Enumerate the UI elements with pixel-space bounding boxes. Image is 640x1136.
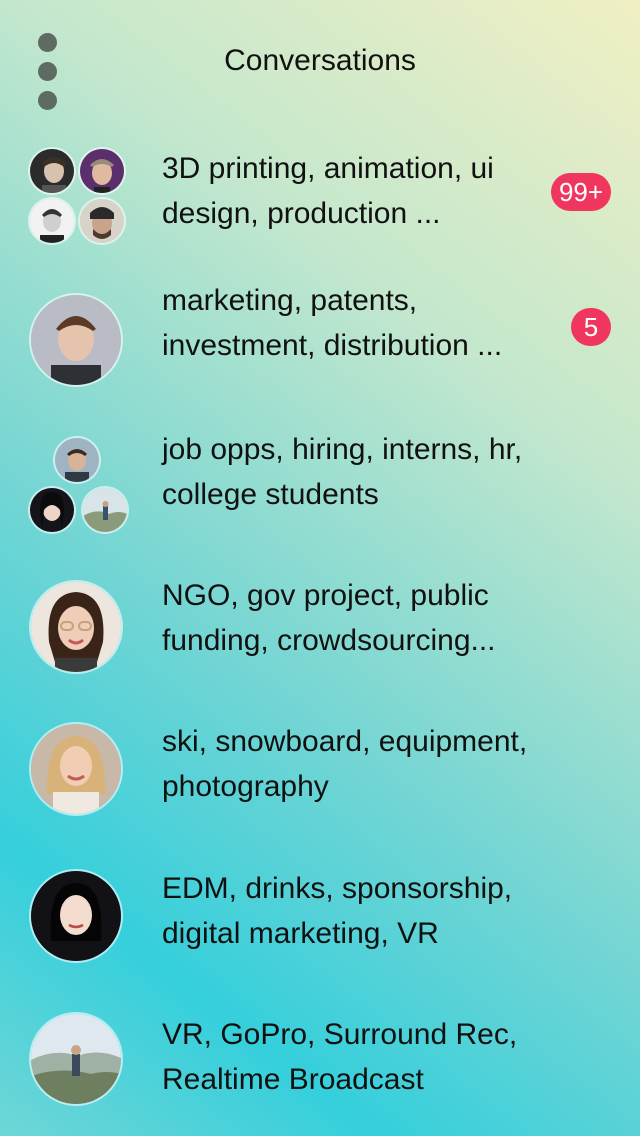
conversation-topics: marketing, patents, investment, distribu…: [162, 284, 503, 362]
unread-badge: 5: [571, 308, 611, 346]
conversation-topics: VR, GoPro, Surround Rec, Realtime Broadc…: [162, 1018, 518, 1096]
conversation-topics: NGO, gov project, public funding, crowds…: [162, 579, 496, 657]
avatar: [31, 582, 121, 672]
conversation-topics: 3D printing, animation, ui design, produ…: [162, 152, 494, 230]
avatar: [31, 871, 121, 961]
conversation-item[interactable]: job opps, hiring, interns, hr, college s…: [0, 430, 640, 550]
conversation-item[interactable]: 3D printing, animation, ui design, produ…: [0, 140, 640, 260]
conversation-item[interactable]: EDM, drinks, sponsorship, digital market…: [0, 856, 640, 976]
conversation-topics: ski, snowboard, equipment, photography: [162, 725, 528, 803]
conversation-item[interactable]: ski, snowboard, equipment, photography: [0, 710, 640, 830]
unread-badge: 99+: [551, 173, 611, 211]
avatar: [31, 1014, 121, 1104]
avatar: [31, 295, 121, 385]
conversation-topics: EDM, drinks, sponsorship, digital market…: [162, 872, 513, 950]
conversation-item[interactable]: NGO, gov project, public funding, crowds…: [0, 568, 640, 688]
avatar: [30, 149, 74, 193]
avatar: [80, 199, 124, 243]
page-title: Conversations: [224, 44, 416, 77]
avatar: [55, 438, 99, 482]
conversation-item[interactable]: VR, GoPro, Surround Rec, Realtime Broadc…: [0, 1000, 640, 1120]
conversation-item[interactable]: marketing, patents, investment, distribu…: [0, 282, 640, 402]
avatar: [31, 724, 121, 814]
avatar: [80, 149, 124, 193]
avatar: [83, 488, 127, 532]
menu-dot: [38, 91, 57, 110]
conversation-topics: job opps, hiring, interns, hr, college s…: [162, 433, 523, 511]
avatar: [30, 488, 74, 532]
avatar: [30, 199, 74, 243]
